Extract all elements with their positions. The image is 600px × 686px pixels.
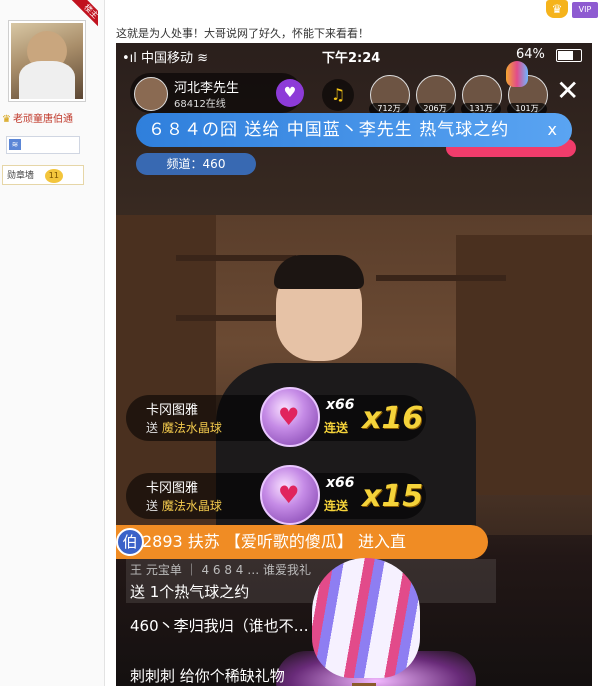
user-level-tag: 伯: [116, 528, 144, 556]
avatar-image: [11, 23, 83, 99]
host-name: 河北李先生: [174, 81, 240, 96]
mic-link-icon[interactable]: ♫: [322, 79, 354, 111]
hot-air-balloon-icon: [506, 61, 528, 87]
gift-banner-text: ６８４の囧 送给 中国蓝丶李先生 热气球之约: [148, 120, 510, 140]
vip-badge[interactable]: VIP: [572, 2, 598, 18]
combo-sender: 卡冈图雅: [146, 481, 199, 496]
combo-sender: 卡冈图雅: [146, 403, 199, 418]
follow-heart-button[interactable]: ♥: [276, 79, 304, 107]
hot-air-balloon-animation: [312, 558, 420, 678]
forum-user-column: 楼主 ♛ 老顽童唐伯通 ≋ 勋章墙 11: [0, 0, 105, 686]
shelf-board: [376, 275, 506, 281]
chat-line: 王 元宝单 ｜ 4 6 8 4 … 谁爱我礼: [130, 563, 312, 577]
chat-line: 送 1个热气球之约: [130, 583, 250, 601]
username-link[interactable]: ♛ 老顽童唐伯通: [2, 110, 73, 125]
medal-count-badge: 11: [44, 169, 63, 183]
host-online-count: 68412在线: [174, 99, 226, 110]
carrier-text: •ıl 中国移动 ≋: [122, 51, 209, 66]
gift-broadcast-banner[interactable]: ６８４の囧 送给 中国蓝丶李先生 热气球之约 x: [136, 113, 572, 147]
combo-multiplier: x16: [362, 401, 424, 436]
live-stream-screenshot: •ıl 中国移动 ≋ 下午2:24 64% 河北李先生 68412在线 ♥ ♫ …: [116, 43, 592, 686]
combo-gift-line: 送 魔法水晶球: [146, 421, 222, 435]
right-shelf: [456, 235, 592, 495]
combo-unit-count: x66: [326, 475, 355, 491]
level-icon: ≋: [9, 139, 21, 150]
chat-message: 460丶李归我归（谁也不… 退中 气球🎈？: [130, 617, 412, 635]
combo-gift-line: 送 魔法水晶球: [146, 499, 222, 513]
gift-combo: 卡冈图雅 送 魔法水晶球 ♥ x66 连送 x16: [126, 387, 426, 447]
combo-label: 连送: [324, 499, 349, 513]
gift-combo: 卡冈图雅 送 魔法水晶球 ♥ x66 连送 x15: [126, 465, 426, 525]
crown-icon[interactable]: ♛: [546, 0, 568, 18]
banner-close-icon[interactable]: x: [548, 113, 558, 147]
channel-badge: 频道：460: [136, 153, 256, 175]
username-text: 老顽童唐伯通: [12, 114, 73, 125]
battery-icon: [556, 49, 582, 62]
crown-icon: ♛: [2, 114, 11, 125]
clock-text: 下午2:24: [322, 51, 381, 66]
close-icon[interactable]: ✕: [556, 77, 579, 105]
host-avatar[interactable]: [134, 77, 168, 111]
combo-multiplier: x15: [362, 479, 424, 514]
shelf-board: [176, 255, 296, 261]
combo-label: 连送: [324, 421, 349, 435]
join-text: 2893 扶苏 【爱听歌的傻瓜】 进入直: [142, 532, 406, 551]
medal-label: 勋章墙: [7, 171, 35, 181]
post-content: 这就是为人处事！大哥说网了好久，怀能下来看看！: [116, 27, 369, 40]
battery-percent: 64%: [516, 47, 545, 62]
chat-message-box: 王 元宝单 ｜ 4 6 8 4 … 谁爱我礼 送 1个热气球之约: [126, 559, 496, 603]
host-info-pill[interactable]: 河北李先生 68412在线 ♥: [130, 73, 304, 113]
user-join-notice: 伯 2893 扶苏 【爱听歌的傻瓜】 进入直: [116, 525, 488, 559]
crystal-ball-icon: ♥: [260, 387, 320, 447]
streamer-hair: [274, 255, 364, 289]
combo-unit-count: x66: [326, 397, 355, 413]
chat-message: 刺刺刺 给你个稀缺礼物: [130, 667, 285, 685]
user-level-box[interactable]: ≋: [6, 136, 80, 154]
crystal-ball-icon: ♥: [260, 465, 320, 525]
medal-wall[interactable]: 勋章墙 11: [2, 165, 84, 185]
op-badge: 楼主: [64, 0, 98, 34]
op-badge-text: 楼主: [70, 0, 98, 32]
